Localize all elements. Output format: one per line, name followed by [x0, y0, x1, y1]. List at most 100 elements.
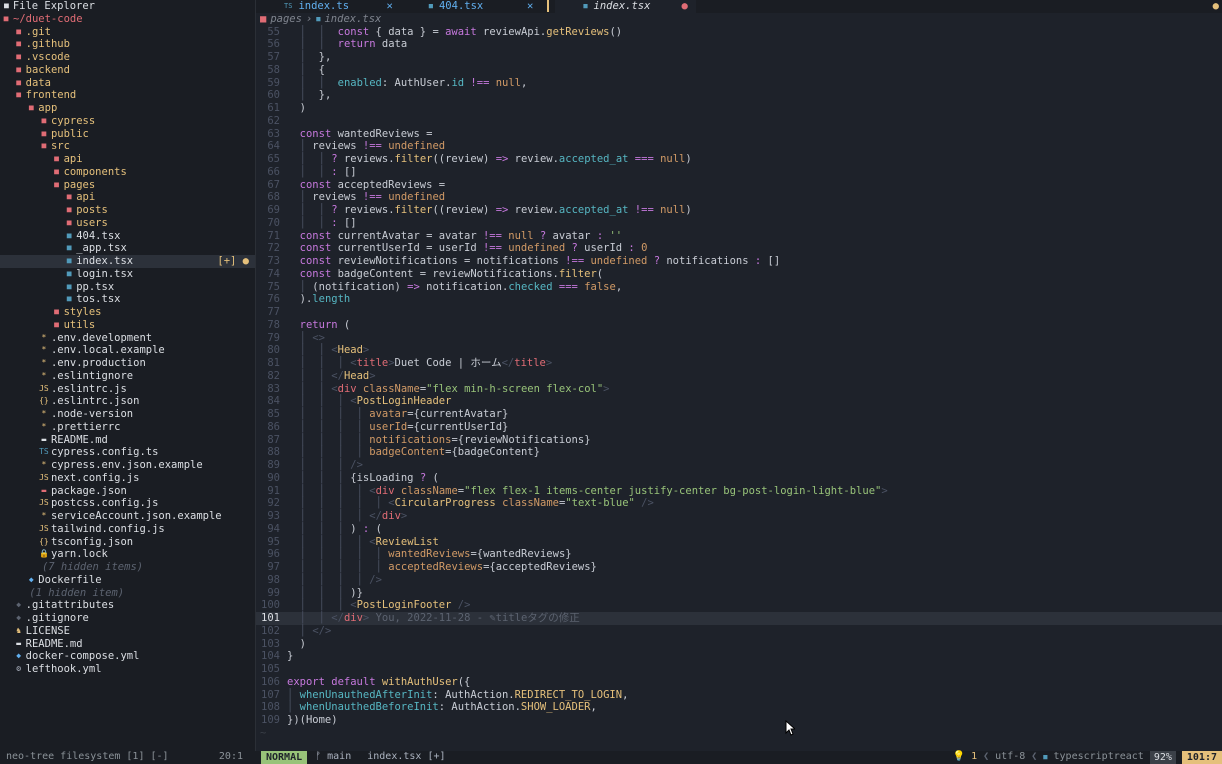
code-line[interactable]: 59 │ │ enabled: AuthUser.id !== null, — [256, 77, 1222, 90]
code-line[interactable]: 87 │ │ │ │ notifications={reviewNotifica… — [256, 434, 1222, 447]
code-line[interactable]: 66 │ │ : [] — [256, 166, 1222, 179]
code-line[interactable]: 99 │ │ │ )} — [256, 587, 1222, 600]
tree-file[interactable]: ■ index.tsx [+] ● — [0, 255, 255, 268]
tree-folder[interactable]: ■ utils — [0, 319, 255, 332]
code-line[interactable]: 61 ) — [256, 102, 1222, 115]
tree-file[interactable]: JS .eslintrc.js — [0, 383, 255, 396]
code-line[interactable]: 108 │ whenUnauthedBeforeInit: AuthAction.… — [256, 701, 1222, 714]
code-line[interactable]: 77 — [256, 306, 1222, 319]
tree-folder[interactable]: ■ cypress — [0, 115, 255, 128]
tree-file[interactable]: 🔒 yarn.lock — [0, 548, 255, 561]
code-line[interactable]: 90 │ │ │ {isLoading ? ( — [256, 472, 1222, 485]
code-line[interactable]: 80 │ │ <Head> — [256, 344, 1222, 357]
tree-file[interactable]: ■ _app.tsx — [0, 242, 255, 255]
code-line[interactable]: 68 │ reviews !== undefined — [256, 191, 1222, 204]
tree-folder[interactable]: ■ src — [0, 140, 255, 153]
tab-404-tsx[interactable]: ■ 404.tsx ✕ — [401, 0, 542, 13]
code-line[interactable]: 98 │ │ │ │ /> — [256, 574, 1222, 587]
tab-index-ts[interactable]: TS index.ts ✕ — [256, 0, 401, 13]
tree-folder[interactable]: ■ api — [0, 191, 255, 204]
tree-file[interactable]: JS next.config.js — [0, 472, 255, 485]
code-line[interactable]: 96 │ │ │ │ │ wantedReviews={wantedReview… — [256, 548, 1222, 561]
tree-folder[interactable]: ■ posts — [0, 204, 255, 217]
tree-folder[interactable]: ■ api — [0, 153, 255, 166]
code-line[interactable]: 70 │ │ : [] — [256, 217, 1222, 230]
code-line[interactable]: 76 ).length — [256, 293, 1222, 306]
tree-folder[interactable]: ■ components — [0, 166, 255, 179]
tree-file[interactable]: ◆ .gitattributes — [0, 599, 255, 612]
tree-file[interactable]: * serviceAccount.json.example — [0, 510, 255, 523]
tree-file[interactable]: ▬ README.md — [0, 638, 255, 651]
tree-file[interactable]: ■ login.tsx — [0, 268, 255, 281]
close-icon[interactable]: ✕ — [527, 0, 533, 13]
code-line[interactable]: 74 const badgeContent = reviewNotificati… — [256, 268, 1222, 281]
code-line[interactable]: 55 │ │ const { data } = await reviewApi.… — [256, 26, 1222, 39]
code-line[interactable]: 107 │ whenUnauthedAfterInit: AuthAction.R… — [256, 689, 1222, 702]
tree-folder[interactable]: ■ app — [0, 102, 255, 115]
code-line[interactable]: 84 │ │ │ <PostLoginHeader — [256, 395, 1222, 408]
tree-file[interactable]: ▬ package.json — [0, 485, 255, 498]
modified-dot-icon[interactable]: ● — [682, 0, 688, 13]
code-line[interactable]: 102 │ </> — [256, 625, 1222, 638]
code-line[interactable]: 95 │ │ │ │ <ReviewList — [256, 536, 1222, 549]
code-line[interactable]: 73 const reviewNotifications = notificat… — [256, 255, 1222, 268]
tree-folder[interactable]: ■ styles — [0, 306, 255, 319]
tree-folder[interactable]: ■ .github — [0, 38, 255, 51]
code-line[interactable]: 64 │ reviews !== undefined — [256, 140, 1222, 153]
tree-file[interactable]: ◆ docker-compose.yml — [0, 650, 255, 663]
tree-file[interactable]: ■ pp.tsx — [0, 281, 255, 294]
code-area[interactable]: 55 │ │ const { data } = await reviewApi.… — [256, 26, 1222, 727]
tree-folder[interactable]: ■ .git — [0, 26, 255, 39]
code-line[interactable]: 91 │ │ │ │ <div className="flex flex-1 i… — [256, 485, 1222, 498]
current-code-line[interactable]: 101 │ │ </div> You, 2022-11-28 - ✎titleタ… — [256, 612, 1222, 625]
code-line[interactable]: 71 const currentAvatar = avatar !== null… — [256, 230, 1222, 243]
code-line[interactable]: 103 ) — [256, 638, 1222, 651]
code-line[interactable]: 62 — [256, 115, 1222, 128]
tree-file[interactable]: ◆ Dockerfile — [0, 574, 255, 587]
tree-file[interactable]: * cypress.env.json.example — [0, 459, 255, 472]
close-icon[interactable]: ✕ — [386, 0, 392, 13]
tree-folder[interactable]: ■ .vscode — [0, 51, 255, 64]
tree-file[interactable]: ◆ .gitignore — [0, 612, 255, 625]
tree-file[interactable]: * .env.development — [0, 332, 255, 345]
tree-file[interactable]: TS cypress.config.ts — [0, 446, 255, 459]
code-line[interactable]: 79 │ <> — [256, 332, 1222, 345]
tree-file[interactable]: * .prettierrc — [0, 421, 255, 434]
tree-file[interactable]: * .eslintignore — [0, 370, 255, 383]
tree-file[interactable]: ■ 404.tsx — [0, 230, 255, 243]
code-line[interactable]: 94 │ │ │ ) : ( — [256, 523, 1222, 536]
tree-folder[interactable]: ■ backend — [0, 64, 255, 77]
code-line[interactable]: 88 │ │ │ │ badgeContent={badgeContent} — [256, 446, 1222, 459]
code-line[interactable]: 69 │ │ ? reviews.filter((review) => revi… — [256, 204, 1222, 217]
tree-file[interactable]: * .node-version — [0, 408, 255, 421]
tree-root[interactable]: ■ ~/duet-code — [0, 13, 255, 26]
tree-folder[interactable]: ■ data — [0, 77, 255, 90]
code-line[interactable]: 83 │ │ <div className="flex min-h-screen… — [256, 383, 1222, 396]
code-line[interactable]: 65 │ │ ? reviews.filter((review) => revi… — [256, 153, 1222, 166]
code-line[interactable]: 97 │ │ │ │ │ acceptedReviews={acceptedRe… — [256, 561, 1222, 574]
tree-folder[interactable]: ■ users — [0, 217, 255, 230]
tree-file[interactable]: JS postcss.config.js — [0, 497, 255, 510]
code-line[interactable]: 109})(Home) — [256, 714, 1222, 727]
tree-file[interactable]: ▬ README.md — [0, 434, 255, 447]
tree-folder[interactable]: ■ frontend — [0, 89, 255, 102]
code-line[interactable]: 60 │ }, — [256, 89, 1222, 102]
code-line[interactable]: 78 return ( — [256, 319, 1222, 332]
tree-file[interactable]: * .env.local.example — [0, 344, 255, 357]
breadcrumb-file[interactable]: index.tsx — [324, 13, 381, 26]
code-line[interactable]: 93 │ │ │ │ </div> — [256, 510, 1222, 523]
tree-file[interactable]: JS tailwind.config.js — [0, 523, 255, 536]
code-line[interactable]: 100 │ │ │ <PostLoginFooter /> — [256, 599, 1222, 612]
tree-file[interactable]: * .env.production — [0, 357, 255, 370]
code-line[interactable]: 58 │ { — [256, 64, 1222, 77]
code-line[interactable]: 72 const currentUserId = userId !== unde… — [256, 242, 1222, 255]
code-line[interactable]: 85 │ │ │ │ avatar={currentAvatar} — [256, 408, 1222, 421]
code-line[interactable]: 106 export default withAuthUser({ — [256, 676, 1222, 689]
breadcrumb-folder[interactable]: pages — [270, 13, 302, 26]
code-line[interactable]: 82 │ │ </Head> — [256, 370, 1222, 383]
tree-file[interactable]: {} tsconfig.json — [0, 536, 255, 549]
code-line[interactable]: 105 — [256, 663, 1222, 676]
tab-index-tsx[interactable]: ■ index.tsx ● — [555, 0, 696, 13]
code-line[interactable]: 57 │ }, — [256, 51, 1222, 64]
code-line[interactable]: 104} — [256, 650, 1222, 663]
